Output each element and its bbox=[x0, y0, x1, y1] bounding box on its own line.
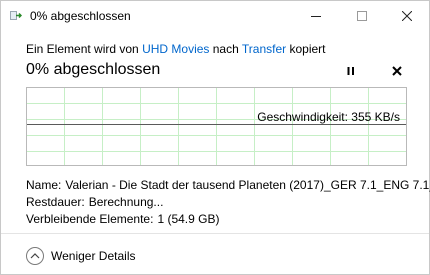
speed-label: Geschwindigkeit: 355 KB/s bbox=[257, 110, 400, 124]
graph-gridlines bbox=[27, 88, 406, 165]
maximize-button[interactable] bbox=[339, 1, 385, 31]
speed-graph-grid bbox=[27, 88, 406, 165]
copy-description-prefix: Ein Element wird von bbox=[26, 42, 139, 56]
copy-description-middle: nach bbox=[212, 42, 239, 56]
destination-folder-link[interactable]: Transfer bbox=[242, 42, 286, 56]
remaining-items-label: Verbleibende Elemente: bbox=[26, 212, 154, 226]
pause-icon bbox=[347, 67, 354, 75]
minimize-button[interactable] bbox=[293, 1, 339, 31]
cancel-button[interactable] bbox=[389, 63, 405, 79]
chevron-up-icon bbox=[26, 247, 44, 265]
detail-row-remaining-time: Restdauer: Berechnung... bbox=[26, 194, 430, 211]
close-icon bbox=[402, 11, 412, 21]
less-details-toggle[interactable]: Weniger Details bbox=[26, 245, 135, 267]
copy-description-suffix: kopiert bbox=[289, 42, 326, 56]
transfer-details: Name: Valerian - Die Stadt der tausend Pl… bbox=[26, 177, 430, 228]
copy-icon bbox=[10, 11, 22, 20]
close-button[interactable] bbox=[384, 1, 430, 31]
less-details-label: Weniger Details bbox=[51, 249, 136, 263]
maximize-icon bbox=[357, 11, 367, 21]
footer-divider bbox=[1, 233, 429, 234]
detail-row-name: Name: Valerian - Die Stadt der tausend Pl… bbox=[26, 177, 430, 194]
detail-row-remaining-items: Verbleibende Elemente: 1 (54.9 GB) bbox=[26, 211, 430, 228]
name-label: Name: bbox=[26, 178, 62, 192]
progress-title: 0% abgeschlossen bbox=[26, 61, 161, 78]
cancel-icon bbox=[392, 66, 402, 76]
remaining-time-value: Berechnung... bbox=[88, 195, 164, 209]
copy-dialog-window: 0% abgeschlossen Ein Element wird von UH… bbox=[0, 0, 430, 275]
title-bar: 0% abgeschlossen bbox=[1, 1, 429, 31]
copy-description: Ein Element wird von UHD Movies nach Tra… bbox=[26, 42, 326, 56]
remaining-items-value: 1 (54.9 GB) bbox=[157, 212, 220, 226]
remaining-time-label: Restdauer: bbox=[26, 195, 85, 209]
name-value: Valerian - Die Stadt der tausend Planete… bbox=[65, 178, 430, 192]
minimize-icon bbox=[311, 16, 321, 17]
pause-button[interactable] bbox=[343, 63, 359, 79]
transfer-speed-graph: Geschwindigkeit: 355 KB/s bbox=[26, 87, 407, 166]
source-folder-link[interactable]: UHD Movies bbox=[142, 42, 209, 56]
window-title: 0% abgeschlossen bbox=[30, 9, 131, 23]
